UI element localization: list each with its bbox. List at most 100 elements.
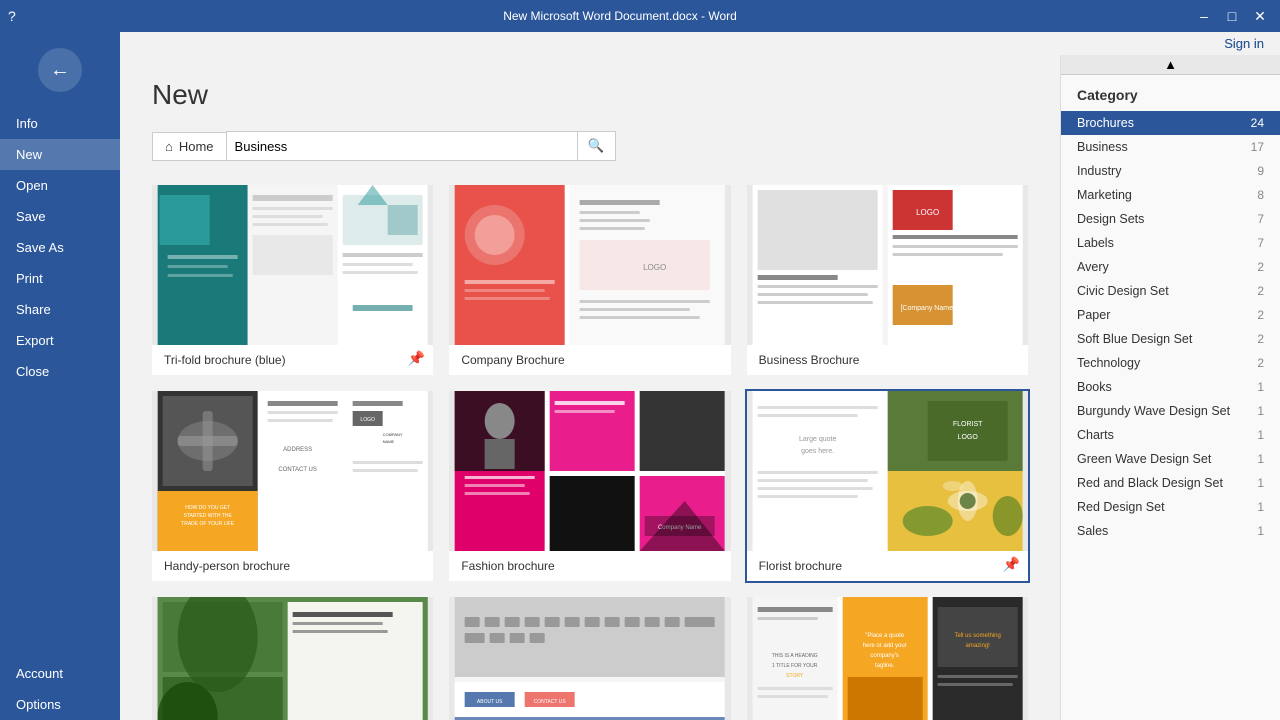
category-item-brochures[interactable]: Brochures 24 xyxy=(1061,111,1280,135)
category-label: Brochures xyxy=(1077,116,1134,130)
category-count: 7 xyxy=(1257,212,1264,226)
pin-icon: 📌 xyxy=(408,350,425,367)
category-item-design-sets[interactable]: Design Sets 7 xyxy=(1061,207,1280,231)
sidebar-item-share[interactable]: Share xyxy=(0,294,120,325)
category-count: 2 xyxy=(1257,356,1264,370)
category-count: 1 xyxy=(1257,404,1264,418)
help-icon[interactable]: ? xyxy=(8,8,16,24)
category-item-burgundy-wave[interactable]: Burgundy Wave Design Set 1 xyxy=(1061,399,1280,423)
label-text: Business Brochure xyxy=(759,353,860,367)
category-item-red-design[interactable]: Red Design Set 1 xyxy=(1061,495,1280,519)
sidebar-item-account[interactable]: Account xyxy=(0,658,120,689)
pin-icon-florist: 📌 xyxy=(1003,556,1020,573)
label-text: Fashion brochure xyxy=(461,559,554,573)
svg-text:CONTACT US: CONTACT US xyxy=(534,699,567,705)
template-thumb-keyboard: ABOUT US CONTACT US BROCHURE TITLE xyxy=(449,597,730,720)
category-item-books[interactable]: Books 1 xyxy=(1061,375,1280,399)
svg-text:CONTACT US: CONTACT US xyxy=(278,467,316,473)
svg-text:STORY: STORY xyxy=(786,673,804,679)
template-card-orange[interactable]: THIS IS A HEADING 1 TITLE FOR YOUR STORY… xyxy=(747,597,1028,720)
template-label-company: Company Brochure xyxy=(449,345,730,375)
svg-text:Tell us something: Tell us something xyxy=(954,633,1000,639)
category-item-civic-design-set[interactable]: Civic Design Set 2 xyxy=(1061,279,1280,303)
svg-text:ADDRESS: ADDRESS xyxy=(283,447,312,453)
svg-text:FLORIST: FLORIST xyxy=(953,421,983,428)
maximize-button[interactable]: □ xyxy=(1220,4,1244,28)
template-label-florist: Florist brochure 📌 xyxy=(747,551,1028,581)
template-thumb-company: LOGO xyxy=(449,185,730,345)
svg-text:[Company Name]: [Company Name] xyxy=(900,305,955,312)
sidebar-item-print[interactable]: Print xyxy=(0,263,120,294)
category-label: Design Sets xyxy=(1077,212,1144,226)
search-bar: ⌂ Home 🔍 xyxy=(152,131,1028,161)
template-card-company[interactable]: LOGO Company Brochure xyxy=(449,185,730,375)
home-icon: ⌂ xyxy=(165,139,173,154)
template-card-business[interactable]: LOGO [Company Name] Business Brochure xyxy=(747,185,1028,375)
category-item-red-black[interactable]: Red and Black Design Set 1 xyxy=(1061,471,1280,495)
minimize-button[interactable]: – xyxy=(1192,4,1216,28)
category-count: 9 xyxy=(1257,164,1264,178)
template-thumb-fashion: Company Name xyxy=(449,391,730,551)
category-item-green-wave[interactable]: Green Wave Design Set 1 xyxy=(1061,447,1280,471)
svg-text:LOGO: LOGO xyxy=(957,434,978,441)
search-button[interactable]: 🔍 xyxy=(577,132,615,160)
sidebar-item-new[interactable]: New xyxy=(0,139,120,170)
back-button[interactable]: ← xyxy=(38,48,82,92)
sidebar-item-save-as[interactable]: Save As xyxy=(0,232,120,263)
category-label: Marketing xyxy=(1077,188,1132,202)
template-card-trifold[interactable]: Tri-fold brochure (blue) 📌 xyxy=(152,185,433,375)
category-count: 7 xyxy=(1257,236,1264,250)
svg-text:THIS IS A HEADING: THIS IS A HEADING xyxy=(771,653,817,659)
search-wrapper: 🔍 xyxy=(226,131,616,161)
title-bar: ? New Microsoft Word Document.docx - Wor… xyxy=(0,0,1280,32)
home-label: Home xyxy=(179,139,214,154)
category-item-soft-blue[interactable]: Soft Blue Design Set 2 xyxy=(1061,327,1280,351)
sidebar-item-options[interactable]: Options xyxy=(0,689,120,720)
category-item-sales[interactable]: Sales 1 xyxy=(1061,519,1280,543)
category-count: 24 xyxy=(1251,116,1264,130)
template-card-green[interactable]: Green brochure xyxy=(152,597,433,720)
category-count: 2 xyxy=(1257,332,1264,346)
category-sidebar: ▲ Category Brochures 24 Business 17 Indu… xyxy=(1060,55,1280,720)
category-label: Technology xyxy=(1077,356,1140,370)
title-bar-left: ? xyxy=(8,8,48,24)
template-card-fashion[interactable]: Company Name Fashion brochure xyxy=(449,391,730,581)
category-item-business[interactable]: Business 17 xyxy=(1061,135,1280,159)
template-card-florist[interactable]: Large quote goes here. xyxy=(747,391,1028,581)
category-item-labels[interactable]: Labels 7 xyxy=(1061,231,1280,255)
template-label-handy: Handy-person brochure xyxy=(152,551,433,581)
category-label: Industry xyxy=(1077,164,1121,178)
template-card-handy[interactable]: HOW DO YOU GET STARTED WITH THE TRADE OF… xyxy=(152,391,433,581)
category-count: 17 xyxy=(1251,140,1264,154)
search-input[interactable] xyxy=(227,133,577,160)
sidebar-item-save[interactable]: Save xyxy=(0,201,120,232)
category-item-charts[interactable]: Charts 1 xyxy=(1061,423,1280,447)
scroll-up-button[interactable]: ▲ xyxy=(1061,55,1280,75)
category-count: 1 xyxy=(1257,500,1264,514)
category-item-paper[interactable]: Paper 2 xyxy=(1061,303,1280,327)
svg-text:"Place a quote: "Place a quote xyxy=(865,633,904,639)
svg-text:STARTED WITH THE: STARTED WITH THE xyxy=(183,513,232,519)
home-button[interactable]: ⌂ Home xyxy=(152,132,226,161)
sidebar-item-export[interactable]: Export xyxy=(0,325,120,356)
svg-text:1 TITLE FOR YOUR: 1 TITLE FOR YOUR xyxy=(772,663,818,669)
sidebar-item-open[interactable]: Open xyxy=(0,170,120,201)
category-item-avery[interactable]: Avery 2 xyxy=(1061,255,1280,279)
sidebar-item-close[interactable]: Close xyxy=(0,356,120,387)
template-thumb-handy: HOW DO YOU GET STARTED WITH THE TRADE OF… xyxy=(152,391,433,551)
page-title: New xyxy=(152,79,1028,111)
svg-text:amazing!: amazing! xyxy=(965,643,990,649)
svg-text:ABOUT US: ABOUT US xyxy=(477,699,503,705)
close-button[interactable]: ✕ xyxy=(1248,4,1272,28)
template-thumb-trifold xyxy=(152,185,433,345)
svg-text:LOGO: LOGO xyxy=(916,208,939,217)
category-item-marketing[interactable]: Marketing 8 xyxy=(1061,183,1280,207)
template-card-keyboard[interactable]: ABOUT US CONTACT US BROCHURE TITLE Busin… xyxy=(449,597,730,720)
sign-in-area[interactable]: Sign in xyxy=(120,32,1280,55)
category-count: 8 xyxy=(1257,188,1264,202)
category-label: Paper xyxy=(1077,308,1110,322)
category-item-technology[interactable]: Technology 2 xyxy=(1061,351,1280,375)
category-item-industry[interactable]: Industry 9 xyxy=(1061,159,1280,183)
sidebar-item-info[interactable]: Info xyxy=(0,108,120,139)
sign-in-button[interactable]: Sign in xyxy=(1208,32,1280,55)
